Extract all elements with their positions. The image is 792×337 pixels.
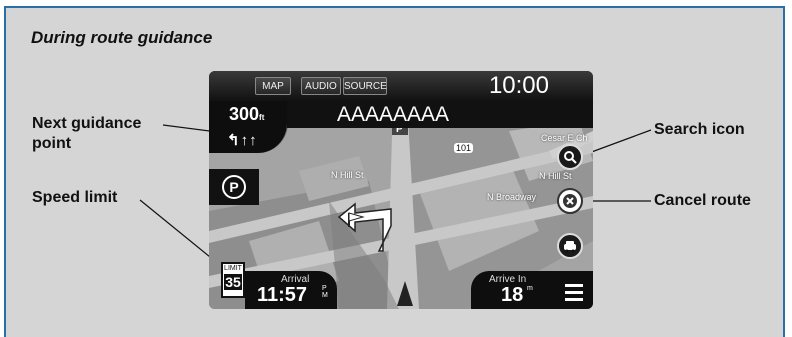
map-label-cesar-chavez: Cesar E Ch (541, 133, 588, 143)
speed-limit-value: 35 (224, 274, 242, 290)
search-button[interactable] (557, 144, 583, 170)
map-label-n-hill-st: N Hill St (331, 170, 364, 180)
arrival-time-box[interactable]: Arrival 11:57 PM (245, 271, 337, 309)
navigation-screen: MAP AUDIO SOURCE 10:00 P N Hill St N Hil… (209, 71, 593, 309)
traffic-icon (564, 241, 576, 253)
arrive-in-value: 18 (501, 284, 524, 306)
audio-button[interactable]: AUDIO (301, 77, 341, 95)
route-shield: 101 (454, 143, 474, 153)
menu-button[interactable] (565, 284, 583, 305)
clock: 10:00 (488, 72, 549, 99)
arrival-time: 11:57 (257, 284, 308, 306)
lane-guidance: ↰↑↑ (227, 132, 258, 149)
source-button[interactable]: SOURCE (343, 77, 387, 95)
traffic-button[interactable] (557, 233, 583, 259)
next-turn-distance: 300ft (229, 104, 265, 124)
map-label-n-hill-st-east: N Hill St (539, 171, 572, 181)
speed-limit-label: LIMIT (224, 265, 242, 272)
parking-icon: P (222, 175, 246, 199)
close-icon (563, 194, 577, 208)
next-guidance-point[interactable]: 300ft ↰↑↑ (209, 101, 288, 153)
map-button[interactable]: MAP (255, 77, 291, 95)
cancel-route-button[interactable] (557, 188, 583, 214)
menu-icon (565, 284, 583, 287)
arrival-suffix: PM (322, 285, 328, 299)
top-bar: MAP AUDIO SOURCE 10:00 (209, 71, 593, 101)
speed-limit-sign: LIMIT 35 (221, 262, 245, 298)
search-icon (564, 151, 577, 164)
arrive-in-suffix: m (527, 285, 533, 292)
street-name-bar: AAAAAAAA (287, 101, 593, 128)
map-label-n-broadway: N Broadway (487, 192, 537, 202)
parking-button[interactable]: P (209, 169, 259, 205)
